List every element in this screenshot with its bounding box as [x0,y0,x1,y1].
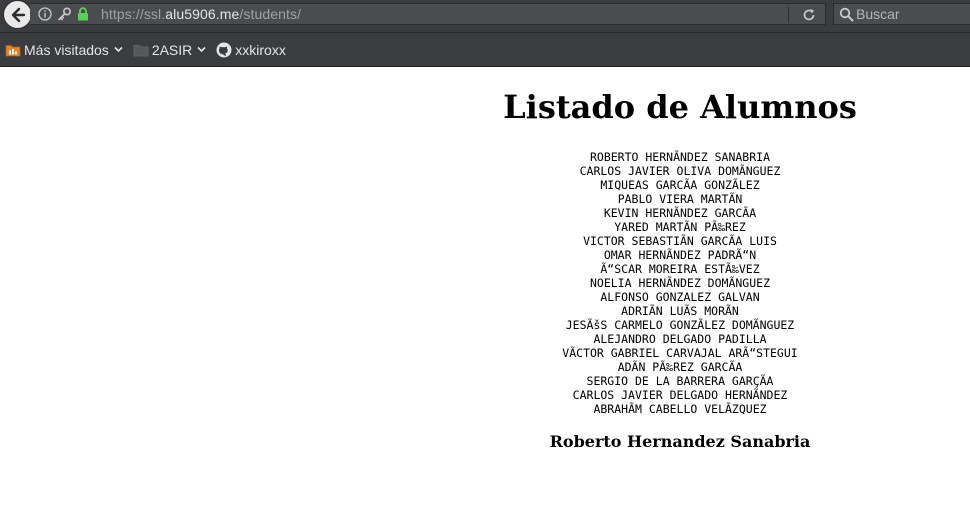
reload-button[interactable] [801,7,817,23]
page-title: Listado de Alumnos [503,88,857,126]
search-bar[interactable] [833,3,970,25]
list-item: CARLOS JAVIER DELGADO HERNÃNDEZ [572,388,788,402]
author-name: Roberto Hernandez Sanabria [549,432,811,451]
key-icon[interactable] [57,7,72,21]
page-content: Listado de Alumnos ROBERTO HERNÃNDEZ SAN… [390,67,970,452]
url-prefix: https://ssl. [101,6,166,22]
search-input[interactable] [856,4,968,24]
most-visited-folder-icon [5,44,21,56]
navigation-toolbar: https://ssl.alu5906.me/students/ [0,0,970,33]
folder-icon [133,44,149,56]
list-item: KEVIN HERNÃNDEZ GARCÃA [603,206,757,220]
url-host: alu5906.me [165,6,240,22]
list-item: VICTOR SEBASTIÃN GARCÃA LUIS [583,234,777,248]
chevron-down-icon [197,46,206,53]
arrow-left-icon [11,7,25,22]
url-bar[interactable]: https://ssl.alu5906.me/students/ [30,3,826,25]
list-item: YARED MARTÃN PÃ‰REZ [614,220,746,234]
list-item: OMAR HERNÃNDEZ PADRÃ“N [603,248,757,262]
bookmark-label: Más visitados [24,41,109,58]
url-path: /students/ [239,6,302,22]
lock-icon[interactable] [77,7,89,21]
bookmark-label: xxkiroxx [235,41,286,58]
url-divider [788,7,789,23]
bookmark-most-visited[interactable]: Más visitados [5,42,123,58]
list-item: ROBERTO HERNÃNDEZ SANABRIA [589,150,770,164]
bookmarks-toolbar: Más visitados 2ASIR xxkiroxx [0,33,970,67]
list-item: ALEJANDRO DELGADO PADILLA [593,332,767,346]
list-item: ADÃN PÃ‰REZ GARCÃA [617,360,743,374]
list-item: NOELIA HERNÃNDEZ DOMÃNGUEZ [589,276,770,290]
url-text: https://ssl.alu5906.me/students/ [101,6,301,22]
bookmark-label: 2ASIR [151,41,193,58]
github-icon [216,42,232,57]
list-item: SERGIO DE LA BARRERA GARÇÃA [586,374,774,388]
back-button[interactable] [3,0,32,29]
list-item: PABLO VIERA MARTÃN [617,192,743,206]
list-item: VÃCTOR GABRIEL CARVAJAL ARÃ“STEGUI [562,346,798,360]
list-item: CARLOS JAVIER OLIVA DOMÃNGUEZ [579,164,781,178]
search-icon [839,7,854,22]
list-item: ADRIÃN LUÃS MORÃN [621,304,739,318]
student-list: ROBERTO HERNÃNDEZ SANABRIA CARLOS JAVIER… [390,150,970,416]
list-item: ABRAHÃM CABELLO VELÃZQUEZ [593,402,767,416]
chevron-down-icon [114,46,123,53]
reload-icon [803,9,815,21]
bookmark-2asir[interactable]: 2ASIR [133,42,206,58]
info-icon[interactable] [38,7,52,21]
list-item: JESÃšS CARMELO GONZÃLEZ DOMÃNGUEZ [565,318,795,332]
list-item: Ã“SCAR MOREIRA ESTÃ‰VEZ [600,262,760,276]
bookmark-xxkiroxx[interactable]: xxkiroxx [216,42,286,58]
list-item: ALFONSO GONZALEZ GALVAN [600,290,760,304]
list-item: MIQUEAS GARCÃA GONZÃLEZ [600,178,760,192]
